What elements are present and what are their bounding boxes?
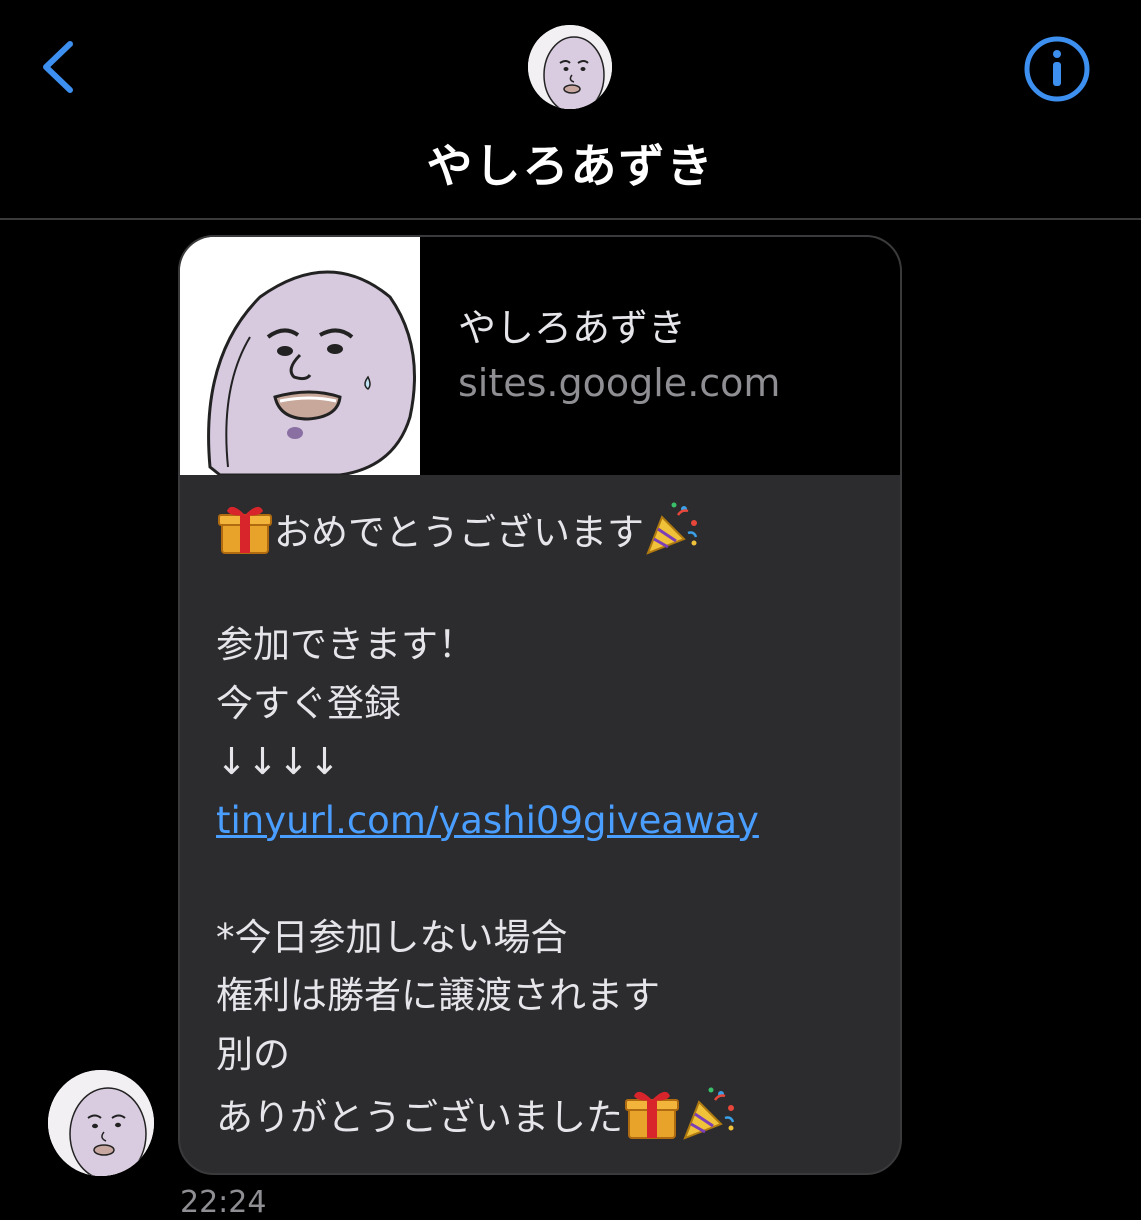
avatar-image xyxy=(528,25,612,109)
link-preview-card[interactable]: やしろあずき sites.google.com xyxy=(180,237,900,475)
message-line: 別の xyxy=(216,1032,290,1076)
chevron-left-icon xyxy=(43,41,73,93)
message-line: ↓↓↓↓ xyxy=(216,740,341,783)
info-button[interactable] xyxy=(1022,34,1092,104)
contact-avatar[interactable] xyxy=(528,25,612,109)
message-line: *今日参加しない場合 xyxy=(216,915,568,959)
party-popper-emoji-icon xyxy=(683,1087,735,1140)
message-line: 権利は勝者に譲渡されます xyxy=(216,974,660,1017)
message-bubble[interactable]: やしろあずき sites.google.com おめでとうございます 参加できま… xyxy=(178,235,902,1175)
message-line: 参加できます！ xyxy=(216,623,475,666)
message-line: 今すぐ登録 xyxy=(216,681,401,725)
message-line: tinyurl.com/yashi09giveaway xyxy=(216,792,876,851)
message-line: おめでとうございます xyxy=(216,499,876,558)
gift-emoji-icon xyxy=(218,506,272,554)
message-text: おめでとうございます 参加できます！ 今すぐ登録 ↓↓↓↓ tinyurl.co… xyxy=(216,499,876,1143)
gift-emoji-icon xyxy=(625,1091,679,1139)
party-popper-emoji-icon xyxy=(646,502,698,555)
avatar-image xyxy=(48,1070,154,1176)
message-line xyxy=(216,850,876,909)
message-line-text: おめでとうございます xyxy=(274,511,644,554)
message-line: ありがとうございました xyxy=(216,1084,876,1143)
link-preview-domain: sites.google.com xyxy=(458,361,781,405)
message-line-text: ありがとうございました xyxy=(216,1096,623,1139)
message-timestamp: 22:24 xyxy=(180,1185,267,1220)
back-button[interactable] xyxy=(36,36,86,98)
conversation-header: やしろあずき xyxy=(0,0,1141,220)
contact-name[interactable]: やしろあずき xyxy=(0,130,1141,196)
link-preview-image xyxy=(180,237,420,475)
info-circle-icon xyxy=(1024,36,1090,102)
message-line xyxy=(216,558,876,617)
giveaway-link[interactable]: tinyurl.com/yashi09giveaway xyxy=(216,799,759,842)
sender-avatar[interactable] xyxy=(48,1070,154,1176)
link-preview-title: やしろあずき xyxy=(458,306,687,350)
